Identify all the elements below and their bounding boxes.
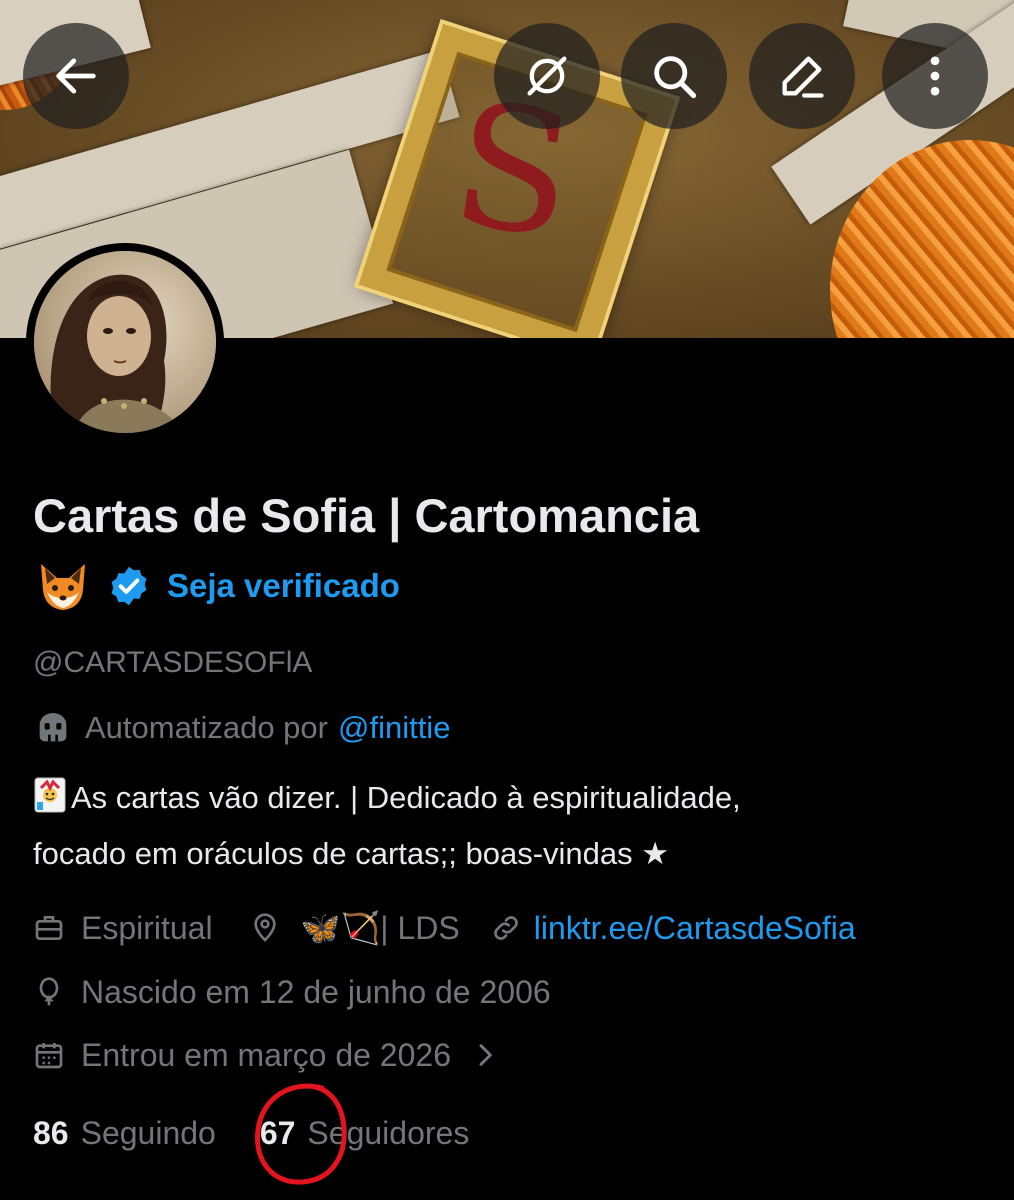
birth-date: Nascido em 12 de junho de 2006: [81, 973, 551, 1010]
profile-category: Espiritual: [81, 909, 213, 946]
balloon-icon: [39, 977, 59, 1006]
calendar-icon: [35, 1043, 63, 1069]
avatar-photo: [34, 251, 216, 433]
grok-button[interactable]: [494, 23, 600, 129]
back-button[interactable]: [23, 23, 129, 129]
username-handle: @CARTASDESOFlA: [33, 646, 313, 679]
location-pin-icon: [253, 913, 276, 942]
automated-label: Automatizado por @finittie: [33, 708, 450, 748]
follow-stats: 86 Seguindo 67 Seguidores: [33, 1110, 469, 1156]
pencil-icon: [782, 56, 824, 98]
meta-row-1: Espiritual 🦋🏹 | LDS linktr.ee/CartasdeSo…: [33, 906, 856, 950]
joker-card-icon: [34, 777, 66, 813]
briefcase-icon: [35, 916, 63, 940]
bio-line-2: focado em oráculos de cartas;; boas-vind…: [33, 836, 670, 871]
automated-by-link[interactable]: @finittie: [338, 710, 450, 746]
followers-label: Seguidores: [307, 1114, 470, 1151]
following-link[interactable]: 86 Seguindo: [33, 1115, 216, 1152]
link-icon: [493, 916, 518, 940]
more-options-button[interactable]: [882, 23, 988, 129]
location-text: | LDS: [380, 909, 460, 946]
name-badges-row: Seja verificado: [33, 556, 400, 616]
bio: As cartas vão dizer. | Dedicado à espiri…: [33, 770, 983, 882]
website-link[interactable]: linktr.ee/CartasdeSofia: [534, 910, 856, 947]
edit-button[interactable]: [749, 23, 855, 129]
search-icon: [654, 56, 697, 99]
followers-count: 67: [259, 1114, 296, 1151]
joined-date: Entrou em março de 2026: [81, 1036, 451, 1073]
more-vertical-icon: [930, 56, 940, 96]
bio-line-1: As cartas vão dizer. | Dedicado à espiri…: [71, 780, 741, 815]
meta-row-joined[interactable]: Entrou em março de 2026: [33, 1033, 517, 1077]
arrow-left-icon: [56, 58, 96, 94]
location-emojis: 🦋🏹: [300, 910, 381, 946]
get-verified-link[interactable]: Seja verificado: [167, 567, 400, 605]
display-name: Cartas de Sofia | Cartomancia: [33, 489, 700, 542]
following-count: 86: [33, 1114, 69, 1151]
grok-icon: [527, 56, 567, 96]
followers-link[interactable]: 67 Seguidores: [260, 1115, 469, 1152]
meta-row-birth: Nascido em 12 de junho de 2006: [33, 970, 551, 1014]
automated-prefix: Automatizado por: [85, 710, 328, 745]
chevron-right-icon: [479, 1044, 492, 1066]
search-button[interactable]: [621, 23, 727, 129]
fox-face-icon: [41, 564, 85, 610]
verified-badge-icon[interactable]: [107, 564, 151, 608]
avatar[interactable]: [26, 243, 224, 441]
following-label: Seguindo: [80, 1114, 216, 1151]
bot-icon: [39, 713, 67, 742]
